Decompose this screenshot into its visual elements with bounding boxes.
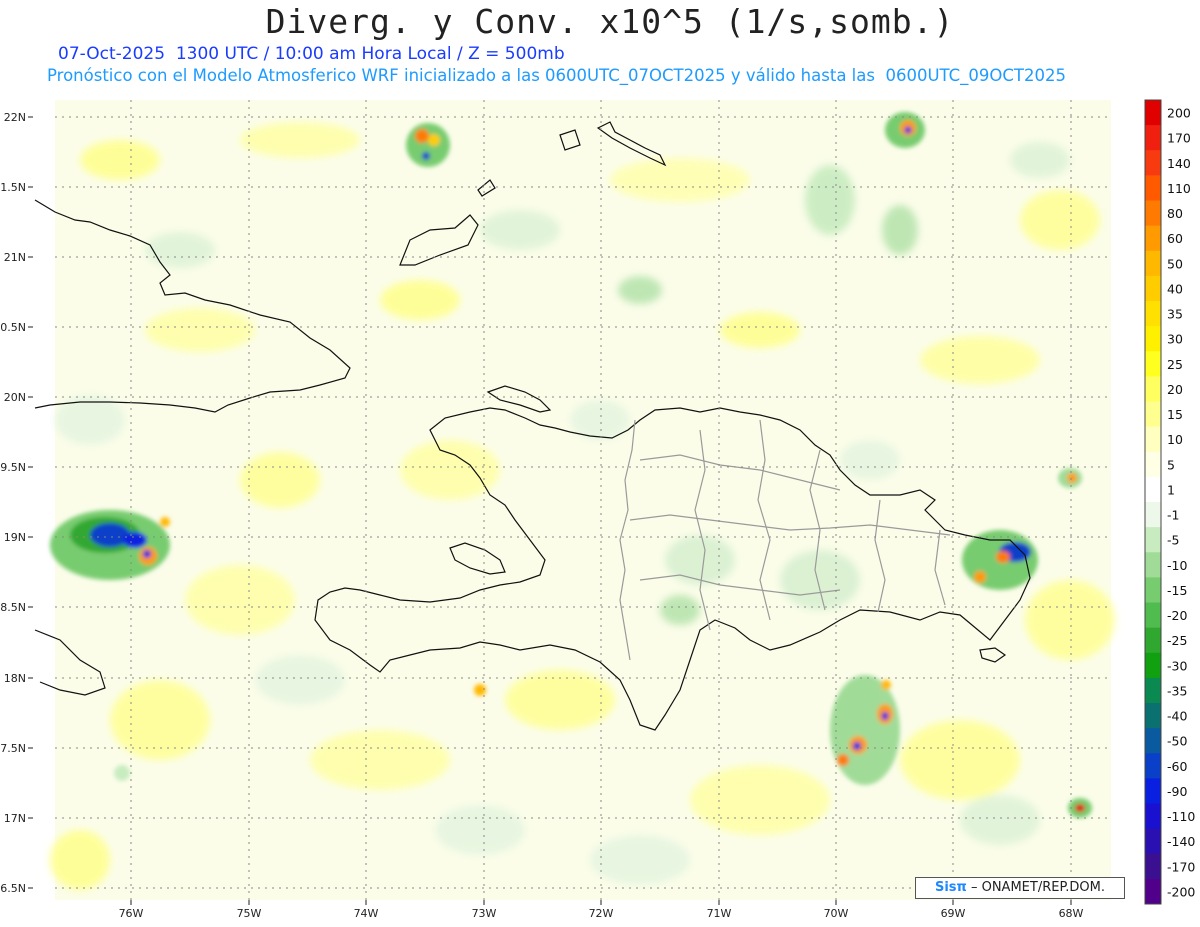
colorbar-label: -20 xyxy=(1167,608,1187,623)
colorbar-label: 10 xyxy=(1167,432,1183,447)
colorbar-label: -35 xyxy=(1167,683,1187,698)
colorbar-swatch xyxy=(1145,275,1161,302)
colorbar-label: 60 xyxy=(1167,231,1183,246)
colorbar-label: -25 xyxy=(1167,633,1187,648)
lat-label: 7.5N xyxy=(0,742,26,755)
colorbar-swatch xyxy=(1145,426,1161,453)
sispi-logo: Sisπ xyxy=(934,880,967,895)
colorbar-swatch xyxy=(1145,677,1161,704)
colorbar-label: 20 xyxy=(1167,382,1183,397)
colorbar-label: 50 xyxy=(1167,256,1183,271)
lat-label: 18N xyxy=(4,672,26,685)
colorbar-swatch xyxy=(1145,803,1161,830)
colorbar-swatch xyxy=(1145,728,1161,754)
colorbar-swatch xyxy=(1145,652,1161,679)
lat-label: 20N xyxy=(4,391,26,404)
colorbar-swatch xyxy=(1145,451,1161,478)
colorbar-swatch xyxy=(1145,527,1161,553)
colorbar-swatch xyxy=(1145,250,1161,277)
colorbar-label: -110 xyxy=(1167,809,1195,824)
colorbar-label: 170 xyxy=(1167,131,1191,146)
lat-label: 17N xyxy=(4,812,26,825)
colorbar-label: -200 xyxy=(1167,884,1195,899)
lat-label: 1.5N xyxy=(0,181,26,194)
latitude-ticks xyxy=(28,116,33,889)
colorbar-label: 200 xyxy=(1167,106,1191,121)
credit-box: Sisπ – ONAMET/REP.DOM. xyxy=(915,877,1125,899)
colorbar-label: 110 xyxy=(1167,181,1191,196)
colorbar-swatch xyxy=(1145,853,1161,880)
colorbar-label: -90 xyxy=(1167,784,1187,799)
lon-label: 71W xyxy=(707,907,732,920)
lon-label: 72W xyxy=(589,907,614,920)
colorbar-swatch xyxy=(1145,627,1161,654)
colorbar-label: -50 xyxy=(1167,734,1187,749)
credit-text: – ONAMET/REP.DOM. xyxy=(970,880,1105,895)
colorbar-label: 140 xyxy=(1167,156,1191,171)
lat-label: 6.5N xyxy=(0,882,26,895)
longitude-labels: 76W 75W 74W 73W 72W 71W 70W 69W 68W xyxy=(119,907,1084,920)
colorbar-swatch xyxy=(1145,753,1161,779)
colorbar-label: -10 xyxy=(1167,558,1187,573)
colorbar-label: 25 xyxy=(1167,357,1183,372)
colorbar-label: 30 xyxy=(1167,332,1183,347)
lon-label: 70W xyxy=(824,907,849,920)
colorbar-label: -170 xyxy=(1167,859,1195,874)
colorbar-swatch xyxy=(1145,502,1161,528)
colorbar-label: -5 xyxy=(1167,533,1179,548)
lat-label: 8.5N xyxy=(0,601,26,614)
colorbar-swatch xyxy=(1145,828,1161,855)
colorbar-label: -40 xyxy=(1167,709,1187,724)
colorbar-swatch xyxy=(1145,301,1161,327)
colorbar-swatch xyxy=(1145,175,1161,201)
colorbar-swatch xyxy=(1145,150,1161,176)
colorbar-swatch xyxy=(1145,200,1161,227)
lon-label: 74W xyxy=(354,907,379,920)
colorbar-label: 35 xyxy=(1167,307,1183,322)
lon-label: 69W xyxy=(941,907,966,920)
colorbar-swatch xyxy=(1145,100,1161,126)
colorbar-swatch xyxy=(1145,703,1161,729)
colorbar-label: 80 xyxy=(1167,206,1183,221)
lon-label: 73W xyxy=(472,907,497,920)
colorbar-label: -15 xyxy=(1167,583,1187,598)
longitude-ticks xyxy=(130,900,1072,905)
lon-label: 76W xyxy=(119,907,144,920)
colorbar-label: 1 xyxy=(1167,482,1175,497)
colorbar-swatch xyxy=(1145,401,1161,428)
lon-label: 75W xyxy=(237,907,262,920)
colorbar-label: -30 xyxy=(1167,658,1187,673)
colorbar-swatch xyxy=(1145,125,1161,151)
colorbar-label: 5 xyxy=(1167,457,1175,472)
lon-label: 68W xyxy=(1059,907,1084,920)
colorbar-swatch xyxy=(1145,351,1161,377)
colorbar-swatch xyxy=(1145,476,1161,503)
colorbar-swatch xyxy=(1145,552,1161,578)
colorbar-swatch xyxy=(1145,878,1161,905)
lat-label: 0.5N xyxy=(0,321,26,334)
colorbar-label: -60 xyxy=(1167,759,1187,774)
colorbar: 200 170 140 110 80 60 50 40 35 30 25 20 15 10 5 1 -1 -5 -1… xyxy=(1144,99,1195,905)
lat-label: 21N xyxy=(4,251,26,264)
divergence-field xyxy=(50,100,1115,900)
lat-label: 19N xyxy=(4,531,26,544)
colorbar-swatch xyxy=(1145,778,1161,804)
colorbar-swatch xyxy=(1145,376,1161,402)
colorbar-swatch xyxy=(1145,225,1161,252)
colorbar-swatch xyxy=(1145,577,1161,603)
colorbar-label: -140 xyxy=(1167,834,1195,849)
colorbar-label: -1 xyxy=(1167,508,1179,523)
colorbar-label: 40 xyxy=(1167,281,1183,296)
colorbar-swatch xyxy=(1145,602,1161,629)
lat-label: 9.5N xyxy=(0,461,26,474)
latitude-labels: 22N 1.5N 21N 0.5N 20N 9.5N 19N 8.5N 18N … xyxy=(0,111,26,895)
lat-label: 22N xyxy=(4,111,26,124)
colorbar-swatch xyxy=(1145,326,1161,352)
colorbar-label: 15 xyxy=(1167,407,1183,422)
divergence-map: 22N 1.5N 21N 0.5N 20N 9.5N 19N 8.5N 18N … xyxy=(0,99,1195,920)
